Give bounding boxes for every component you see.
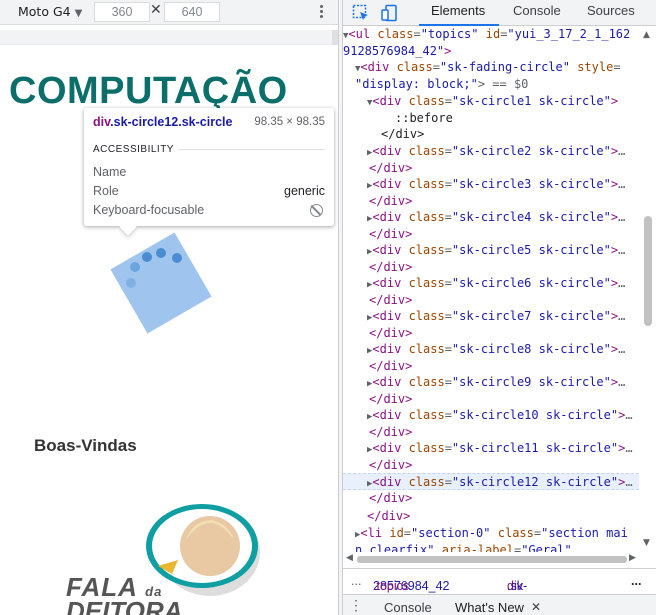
breadcrumb: ... 28576984_42.topics div.sk-fading-cir…	[343, 568, 656, 615]
dom-node-circle[interactable]: ▶<div class="sk-circle3 sk-circle">…	[343, 176, 639, 193]
dom-close-div: </div>	[369, 392, 413, 406]
close-icon[interactable]: ✕	[531, 600, 541, 614]
device-name: Moto G4	[18, 4, 71, 19]
dom-close-div: </div>	[369, 293, 413, 307]
dom-node-ul[interactable]: ▼<ul class="topics" id="yui_3_17_2_1_162	[343, 26, 639, 43]
scroll-down-icon[interactable]: ▼	[643, 538, 650, 548]
dom-close-div: </div>	[369, 260, 413, 274]
devtools-panel: Elements Console Sources ▼<ul class="top…	[343, 0, 656, 615]
dom-node-circle1[interactable]: ▼<div class="sk-circle1 sk-circle">	[343, 93, 639, 110]
dom-node-circle[interactable]: ▶<div class="sk-circle6 sk-circle">…	[343, 275, 639, 292]
dom-close-div: </div>	[369, 458, 413, 472]
tab-sources[interactable]: Sources	[587, 3, 635, 18]
device-emulation-pane: Moto G4 ▼ 360 ✕ 640 COMPUTAÇÃO Boas-Vinda…	[0, 0, 338, 615]
vertical-scrollbar[interactable]: ▲ ▼	[639, 26, 656, 552]
drawer-tabbar: ⋮ Console What's New ✕	[343, 594, 656, 615]
not-allowed-icon	[310, 204, 323, 217]
dom-close-div: </div>	[369, 359, 413, 373]
dom-node-circle[interactable]: ▶<div class="sk-circle8 sk-circle">…	[343, 341, 639, 358]
dom-node-circle[interactable]: ▶<div class="sk-circle10 sk-circle">…	[343, 407, 639, 424]
dom-close-fading-circle: </div>	[367, 509, 411, 523]
tooltip-section-heading: ACCESSIBILITY	[93, 144, 178, 155]
dimension-separator: ✕	[150, 2, 162, 18]
dom-node-fading-circle[interactable]: ▼<div class="sk-fading-circle" style=	[343, 59, 639, 76]
spinner-dot	[126, 278, 136, 288]
scroll-up-icon[interactable]: ▲	[643, 30, 650, 40]
tooltip-selector: div.sk-circle12.sk-circle	[93, 115, 233, 129]
breadcrumb-ellipsis[interactable]: ...	[351, 574, 361, 588]
tooltip-size: 98.35 × 98.35	[254, 116, 325, 128]
dom-close-div: </div>	[369, 491, 413, 505]
dom-node-circle[interactable]: ▶<div class="sk-circle4 sk-circle">…	[343, 209, 639, 226]
height-input[interactable]: 640	[164, 2, 220, 22]
media-query-ruler	[0, 30, 338, 45]
dom-close-div: </div>	[369, 161, 413, 175]
dom-node-circle[interactable]: ▶<div class="sk-circle12 sk-circle">…	[343, 473, 639, 490]
spinner-dot	[130, 262, 140, 272]
tab-console[interactable]: Console	[513, 3, 561, 18]
more-options-icon[interactable]	[316, 3, 326, 21]
caret-down-icon: ▼	[74, 8, 83, 19]
dom-node-li-cont: n clearfix" aria-label="Geral"	[355, 543, 572, 552]
inspect-element-icon[interactable]	[352, 4, 370, 22]
site-logo: FALA da DEITORA	[60, 500, 270, 615]
device-toolbar: Moto G4 ▼ 360 ✕ 640	[0, 0, 338, 25]
screen: Moto G4 ▼ 360 ✕ 640 COMPUTAÇÃO Boas-Vinda…	[0, 0, 656, 615]
tooltip-keyboard-row: Keyboard-focusable	[93, 203, 325, 217]
width-input[interactable]: 360	[94, 2, 150, 22]
device-select[interactable]: Moto G4 ▼	[18, 4, 82, 19]
drawer-tab-whats-new[interactable]: What's New	[455, 600, 524, 615]
dom-node-circle[interactable]: ▶<div class="sk-circle11 sk-circle">…	[343, 440, 639, 457]
tooltip-role-row: Role generic	[93, 184, 325, 198]
dom-node-fading-circle-style: "display: block;"> == $0	[355, 77, 529, 91]
dom-node-circle[interactable]: ▶<div class="sk-circle7 sk-circle">…	[343, 308, 639, 325]
spinner-dot	[142, 252, 152, 262]
dom-node-circle[interactable]: ▶<div class="sk-circle9 sk-circle">…	[343, 374, 639, 391]
site-title: COMPUTAÇÃO	[9, 70, 288, 112]
spinner-dot	[156, 248, 166, 258]
dom-close-div: </div>	[381, 127, 425, 141]
logo-text-line2: DEITORA	[66, 596, 183, 615]
dom-close-div: </div>	[369, 227, 413, 241]
dom-close-div: </div>	[369, 194, 413, 208]
dom-close-div: </div>	[369, 425, 413, 439]
scroll-right-icon[interactable]: ▶	[629, 553, 636, 563]
breadcrumb-more[interactable]: ...	[631, 574, 641, 588]
dom-pseudo-before[interactable]: ::before	[343, 110, 639, 127]
drawer-tab-console[interactable]: Console	[384, 600, 432, 615]
dom-node-ul-cont: 9128576984_42">	[343, 44, 452, 58]
tooltip-name-row: Name	[93, 165, 127, 179]
inspect-tooltip: div.sk-circle12.sk-circle 98.35 × 98.35 …	[84, 108, 334, 236]
dom-close-div: </div>	[369, 326, 413, 340]
spinner-dot	[172, 253, 182, 263]
dom-node-circle[interactable]: ▶<div class="sk-circle5 sk-circle">…	[343, 242, 639, 259]
dom-node-li[interactable]: ▶<li id="section-0" class="section mai	[343, 525, 639, 542]
welcome-heading: Boas-Vindas	[34, 436, 137, 455]
scrollbar-thumb[interactable]	[357, 556, 627, 563]
horizontal-scrollbar[interactable]: ◀ ▶	[343, 552, 639, 566]
tab-elements[interactable]: Elements	[431, 3, 485, 18]
scrollbar-thumb[interactable]	[644, 216, 652, 326]
device-toggle-icon[interactable]	[381, 4, 399, 22]
dom-tree: ▼<ul class="topics" id="yui_3_17_2_1_162…	[343, 26, 656, 552]
drawer-menu-icon[interactable]: ⋮	[349, 597, 363, 614]
devtools-tabbar: Elements Console Sources	[343, 0, 656, 26]
scroll-left-icon[interactable]: ◀	[346, 553, 353, 563]
dom-node-circle[interactable]: ▶<div class="sk-circle2 sk-circle">…	[343, 143, 639, 160]
